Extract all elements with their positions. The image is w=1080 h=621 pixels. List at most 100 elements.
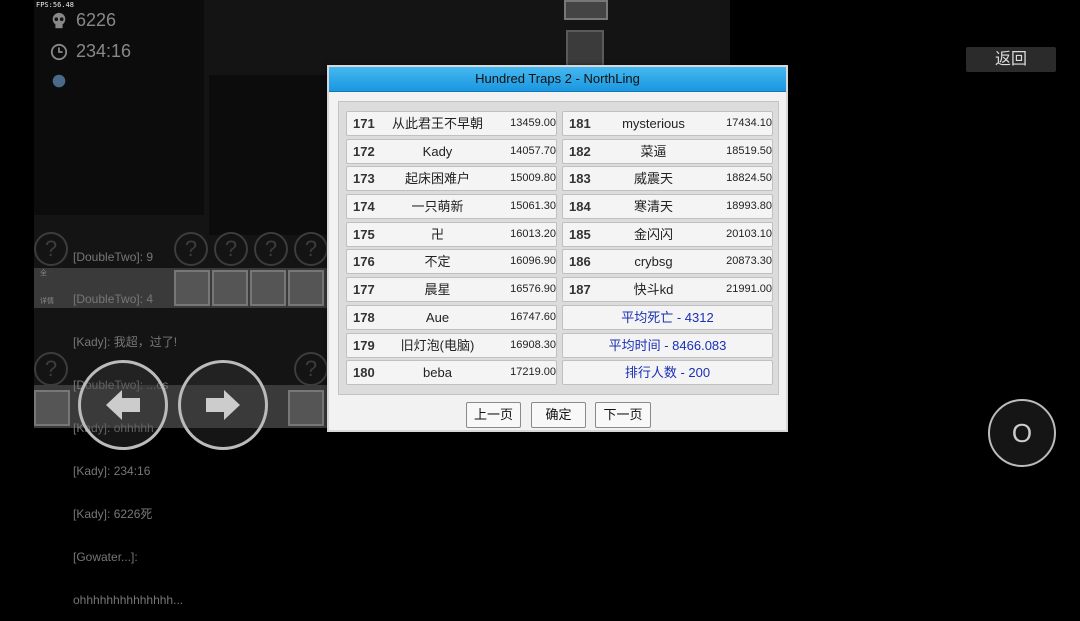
player-name: 威震天 [633, 171, 673, 187]
rank: 179 [353, 337, 375, 353]
rank: 171 [353, 116, 375, 131]
confirm-button[interactable]: 确定 [531, 402, 586, 428]
question-circle-icon: ? [34, 352, 68, 386]
player-name: beba [423, 365, 452, 381]
rank: 182 [569, 143, 591, 159]
player-name: Aue [425, 309, 450, 325]
score-time: 13459.00 [510, 117, 556, 129]
side-label-all[interactable]: 全 [40, 268, 47, 278]
player-name: 一只萌新 [411, 199, 464, 215]
left-arrow-icon [106, 390, 140, 420]
score-time: 17434.10 [726, 117, 772, 129]
average-time: 平均时间 - 8466.083 [562, 332, 773, 358]
skull-icon [52, 12, 66, 28]
move-right-button[interactable] [178, 360, 268, 450]
side-label-detail[interactable]: 详情 [40, 296, 54, 306]
score-time: 16908.30 [510, 338, 556, 351]
score-time: 18824.50 [726, 172, 772, 185]
leaderboard-row: 182 菜逼 18519.50 [562, 138, 773, 164]
score-time: 14057.70 [510, 144, 556, 157]
leaderboard-row: 173 起床困难户 15009.80 [346, 166, 557, 192]
leaderboard-row: 179 旧灯泡(电脑) 16908.30 [346, 332, 557, 358]
floor-tile [250, 270, 286, 306]
leaderboard-row: 180 beba 17219.00 [346, 360, 557, 386]
chat-line: [DoubleTwo]: 9 [73, 249, 154, 264]
chat-line: ohhhhhhhhhhhhhh... [73, 592, 184, 607]
rank: 173 [353, 171, 375, 187]
rank: 183 [569, 171, 591, 187]
chat-line: [Kady]: 234:16 [73, 464, 151, 479]
rank: 175 [353, 226, 375, 242]
player-name: 不定 [424, 254, 451, 270]
player-name: 从此君王不早朝 [391, 116, 483, 131]
dialog-buttons: 上一页 确定 下一页 [329, 402, 786, 428]
back-button[interactable]: 返回 [966, 47, 1056, 72]
leaderboard-row: 175 卍 16013.20 [346, 221, 557, 247]
floor-tile [288, 390, 324, 426]
score-time: 16096.90 [510, 255, 556, 268]
player-name: 寒清天 [633, 199, 673, 215]
character-indicator [50, 72, 68, 90]
player-name: 晨星 [424, 282, 451, 298]
leaderboard-row: 176 不定 16096.90 [346, 249, 557, 275]
score-time: 15009.80 [510, 172, 556, 185]
move-left-button[interactable] [78, 360, 168, 450]
score-time: 20873.30 [726, 255, 772, 268]
rank: 186 [569, 254, 591, 270]
dialog-title: Hundred Traps 2 - NorthLing [329, 67, 786, 92]
rank: 178 [353, 309, 375, 325]
leaderboard-row: 178 Aue 16747.60 [346, 304, 557, 330]
fps-counter: FPS:56.48 [36, 1, 74, 9]
prev-page-button[interactable]: 上一页 [466, 402, 521, 428]
leaderboard-column-left: 171 从此君王不早朝 13459.00 172 Kady 14057.70 173 起床… [346, 111, 557, 388]
score-time: 20103.10 [726, 227, 772, 240]
death-count: 6226 [76, 10, 117, 30]
player-name: crybsg [634, 254, 673, 270]
player-name: 起床困难户 [404, 171, 470, 187]
leaderboard-row: 177 晨星 16576.90 [346, 277, 557, 303]
right-arrow-icon [206, 390, 240, 420]
chat-line: [DoubleTwo]: 4 [73, 292, 154, 307]
leaderboard-row: 181 mysterious 17434.10 [562, 111, 773, 136]
player-count: 排行人数 - 200 [562, 360, 773, 386]
leaderboard-row: 174 一只萌新 15061.30 [346, 194, 557, 220]
clock-icon [50, 43, 68, 60]
leaderboard-row: 184 寒清天 18993.80 [562, 194, 773, 220]
death-counter: 6226 [50, 10, 116, 31]
leaderboard-row: 186 crybsg 20873.30 [562, 249, 773, 275]
score-time: 15061.30 [510, 200, 556, 213]
rank: 177 [353, 282, 375, 298]
question-circle-icon: ? [254, 232, 288, 266]
floor-tile [288, 270, 324, 306]
leaderboard-column-right: 181 mysterious 17434.10 182 菜逼 18519.50 183 威… [562, 111, 773, 388]
score-time: 16747.60 [510, 310, 556, 323]
character-icon [52, 74, 66, 88]
chat-line: [Kady]: 我超，过了! [73, 335, 178, 350]
floor-tile [34, 390, 70, 426]
chat-line: [Kady]: 6226死 [73, 506, 153, 521]
average-deaths: 平均死亡 - 4312 [562, 304, 773, 330]
rank: 187 [569, 282, 591, 298]
time-counter: 234:16 [50, 41, 131, 62]
question-circle-icon: ? [214, 232, 248, 266]
leaderboard-row: 172 Kady 14057.70 [346, 138, 557, 164]
leaderboard-dialog: Hundred Traps 2 - NorthLing 171 从此君王不早朝 13… [327, 65, 788, 432]
jump-button[interactable]: O [988, 399, 1056, 467]
rank: 185 [569, 226, 591, 242]
leaderboard-row: 171 从此君王不早朝 13459.00 [346, 111, 557, 136]
sign-block [564, 0, 608, 20]
score-time: 16576.90 [510, 283, 556, 296]
score-time: 21991.00 [726, 283, 772, 296]
leaderboard-row: 187 快斗kd 21991.00 [562, 277, 773, 303]
player-name: 快斗kd [633, 282, 674, 298]
rank: 174 [353, 199, 375, 215]
rank: 181 [569, 116, 591, 131]
next-page-button[interactable]: 下一页 [595, 402, 651, 428]
player-name: 金闪闪 [633, 226, 673, 242]
leaderboard-row: 183 威震天 18824.50 [562, 166, 773, 192]
rank: 176 [353, 254, 375, 270]
player-name: 菜逼 [640, 143, 667, 159]
question-circle-icon: ? [294, 232, 328, 266]
chat-line: [Gowater...]: [73, 549, 138, 564]
score-time: 18993.80 [726, 200, 772, 213]
